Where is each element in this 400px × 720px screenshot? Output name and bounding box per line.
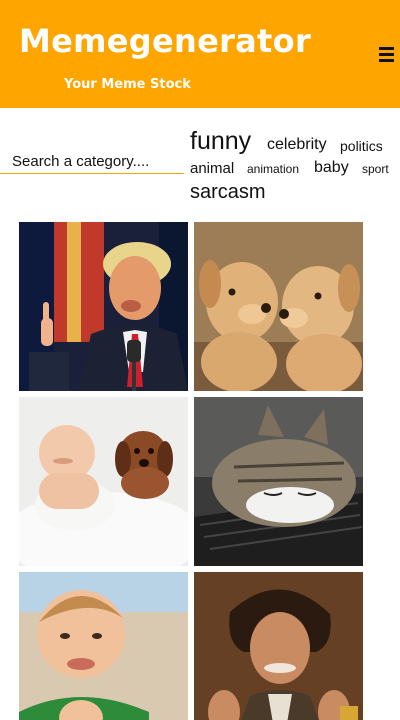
puppies-image: [194, 222, 363, 391]
tag-animal[interactable]: animal: [190, 160, 234, 177]
category-search-input[interactable]: [0, 150, 184, 174]
brand-tagline: Your Meme Stock: [64, 77, 191, 92]
meme-tile-cat-keyboard[interactable]: [194, 397, 363, 566]
tag-funny[interactable]: funny: [190, 127, 251, 156]
brand-logo[interactable]: Memegenerator: [19, 22, 311, 60]
baby-puppy-image: [19, 397, 188, 566]
meme-tile-puppies[interactable]: [194, 222, 363, 391]
tag-sport[interactable]: sport: [362, 162, 389, 176]
tag-politics[interactable]: politics: [340, 138, 383, 154]
success-kid-image: [19, 572, 188, 720]
tag-baby[interactable]: baby: [314, 159, 349, 177]
meme-tile-ancient-aliens[interactable]: [194, 572, 363, 720]
tag-celebrity[interactable]: celebrity: [267, 136, 327, 154]
politician-image: [19, 222, 188, 391]
cat-keyboard-image: [194, 397, 363, 566]
tag-sarcasm[interactable]: sarcasm: [190, 181, 266, 204]
meme-tile-success-kid[interactable]: [19, 572, 188, 720]
site-header: Memegenerator Your Meme Stock: [0, 0, 400, 108]
hamburger-menu-icon[interactable]: [376, 44, 396, 64]
meme-tile-politician[interactable]: [19, 222, 188, 391]
tag-animation[interactable]: animation: [247, 162, 299, 176]
meme-tile-baby-puppy[interactable]: [19, 397, 188, 566]
ancient-aliens-image: [194, 572, 363, 720]
